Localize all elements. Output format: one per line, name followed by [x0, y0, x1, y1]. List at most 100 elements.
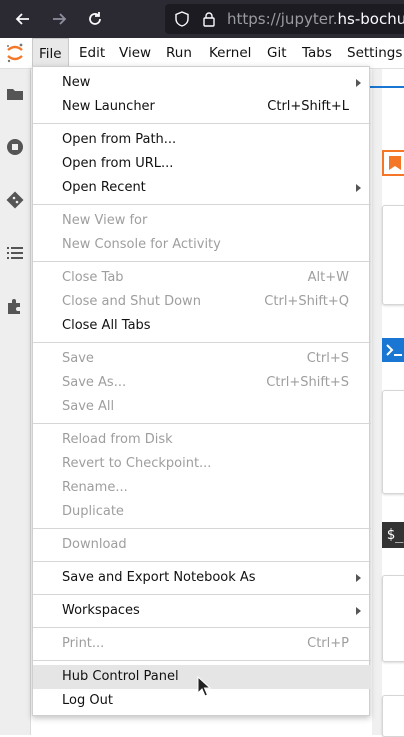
lock-icon[interactable]: [201, 11, 217, 27]
shield-icon[interactable]: [174, 11, 190, 27]
menu-run[interactable]: Run: [160, 38, 198, 68]
menu-item-label: Duplicate: [62, 504, 124, 519]
menu-item-print: Print... Ctrl+P: [33, 632, 371, 656]
menu-item-label: Save As...: [62, 375, 127, 390]
forward-button[interactable]: [48, 8, 70, 30]
submenu-arrow-icon: [356, 607, 361, 615]
submenu-arrow-icon: [356, 79, 361, 87]
menu-item-save-all: Save All: [33, 395, 371, 419]
menu-item-label: Reload from Disk: [62, 432, 173, 447]
menu-item-label: Save All: [62, 399, 115, 414]
menu-item-close-all-tabs[interactable]: Close All Tabs: [33, 314, 371, 338]
menu-separator: [33, 261, 371, 262]
menu-item-rename: Rename...: [33, 476, 371, 500]
menu-item-shortcut: Ctrl+Shift+Q: [264, 294, 349, 309]
menu-item-label: Close Tab: [62, 270, 124, 285]
menu-item-label: New Launcher: [62, 99, 155, 114]
menu-item-label: Hub Control Panel: [62, 669, 179, 684]
back-button[interactable]: [12, 8, 34, 30]
menu-item-label: Log Out: [62, 693, 113, 708]
menu-item-label: Close All Tabs: [62, 318, 151, 333]
running-icon[interactable]: [5, 137, 25, 157]
menu-item-open-recent[interactable]: Open Recent: [33, 176, 371, 200]
menu-separator: [33, 627, 371, 628]
notebook-launcher-icon[interactable]: [382, 150, 404, 176]
back-arrow-icon: [15, 13, 29, 25]
menu-item-close-tab: Close Tab Alt+W: [33, 266, 371, 290]
menu-item-label: Save: [62, 351, 94, 366]
terminal-launcher-icon[interactable]: $_: [382, 522, 404, 548]
menu-separator: [33, 594, 371, 595]
menu-item-workspaces[interactable]: Workspaces: [33, 599, 371, 623]
menu-item-label: Download: [62, 537, 127, 552]
reload-icon: [89, 12, 101, 25]
launcher-card[interactable]: [382, 575, 404, 662]
menu-item-label: New Console for Activity: [62, 237, 221, 252]
url-bar[interactable]: https://jupyter.hs-bochum.: [165, 4, 404, 34]
menu-kernel[interactable]: Kernel: [203, 38, 257, 68]
menu-item-close-and-shut-down: Close and Shut Down Ctrl+Shift+Q: [33, 290, 371, 314]
reload-button[interactable]: [84, 8, 106, 30]
terminal-prompt-text: $_: [386, 527, 404, 543]
menu-item-label: Workspaces: [62, 603, 140, 618]
jupyter-logo-icon[interactable]: [4, 42, 26, 64]
file-menu-dropdown: New New Launcher Ctrl+Shift+L Open from P…: [32, 66, 371, 716]
menu-item-label: Open from Path...: [62, 132, 177, 147]
menu-separator: [33, 204, 371, 205]
menu-separator: [33, 528, 371, 529]
forward-arrow-icon: [53, 13, 67, 25]
menu-item-save-as: Save As... Ctrl+Shift+S: [33, 371, 371, 395]
menu-item-new-launcher[interactable]: New Launcher Ctrl+Shift+L: [33, 95, 371, 119]
url-text: https://jupyter.hs-bochum.: [227, 10, 404, 28]
menu-item-save-and-export[interactable]: Save and Export Notebook As: [33, 566, 371, 590]
menu-item-shortcut: Ctrl+P: [307, 636, 349, 651]
menu-item-shortcut: Ctrl+Shift+L: [267, 99, 349, 114]
active-tab-indicator: [370, 72, 404, 88]
menu-item-duplicate: Duplicate: [33, 500, 371, 524]
menu-item-label: Open from URL...: [62, 156, 174, 171]
menu-settings[interactable]: Settings: [341, 38, 404, 68]
menu-item-shortcut: Alt+W: [307, 270, 349, 285]
menu-item-label: Revert to Checkpoint...: [62, 456, 212, 471]
menu-item-open-from-path[interactable]: Open from Path...: [33, 128, 371, 152]
menu-item-label: New: [62, 75, 91, 90]
menu-item-revert-to-checkpoint: Revert to Checkpoint...: [33, 452, 371, 476]
menu-item-open-from-url[interactable]: Open from URL...: [33, 152, 371, 176]
menu-item-label: Print...: [62, 636, 105, 651]
menu-separator: [33, 342, 371, 343]
launcher-card[interactable]: [382, 390, 404, 494]
launcher-card[interactable]: [382, 205, 404, 305]
menu-item-shortcut: Ctrl+Shift+S: [266, 375, 349, 390]
menu-item-reload-from-disk: Reload from Disk: [33, 428, 371, 452]
submenu-arrow-icon: [356, 574, 361, 582]
table-of-contents-icon[interactable]: [5, 243, 25, 263]
menu-separator: [33, 423, 371, 424]
left-sidebar: [0, 69, 31, 735]
menu-item-download: Download: [33, 533, 371, 557]
menu-separator: [33, 561, 371, 562]
jupyter-menubar: File Edit View Run Kernel Git Tabs Setti…: [0, 38, 404, 69]
browser-toolbar: https://jupyter.hs-bochum.: [0, 0, 404, 38]
menu-git[interactable]: Git: [261, 38, 293, 68]
menu-view[interactable]: View: [113, 38, 157, 68]
menu-item-label: Close and Shut Down: [62, 294, 201, 309]
menu-separator: [33, 123, 371, 124]
menu-item-new-view: New View for: [33, 209, 371, 233]
folder-icon[interactable]: [5, 84, 25, 104]
menu-item-new[interactable]: New: [33, 71, 371, 95]
menu-item-shortcut: Ctrl+S: [306, 351, 349, 366]
extension-icon[interactable]: [5, 296, 25, 316]
menu-item-save: Save Ctrl+S: [33, 347, 371, 371]
menu-item-label: Open Recent: [62, 180, 146, 195]
menu-tabs[interactable]: Tabs: [296, 38, 338, 68]
submenu-arrow-icon: [356, 184, 361, 192]
git-icon[interactable]: [5, 190, 25, 210]
console-launcher-icon[interactable]: [382, 338, 404, 364]
menu-item-label: New View for: [62, 213, 148, 228]
menu-edit[interactable]: Edit: [73, 38, 111, 68]
menu-item-label: Save and Export Notebook As: [62, 570, 256, 585]
launcher-card[interactable]: [382, 695, 404, 737]
mouse-cursor-icon: [197, 676, 211, 697]
menu-file[interactable]: File: [32, 38, 69, 68]
menu-separator: [33, 660, 371, 661]
